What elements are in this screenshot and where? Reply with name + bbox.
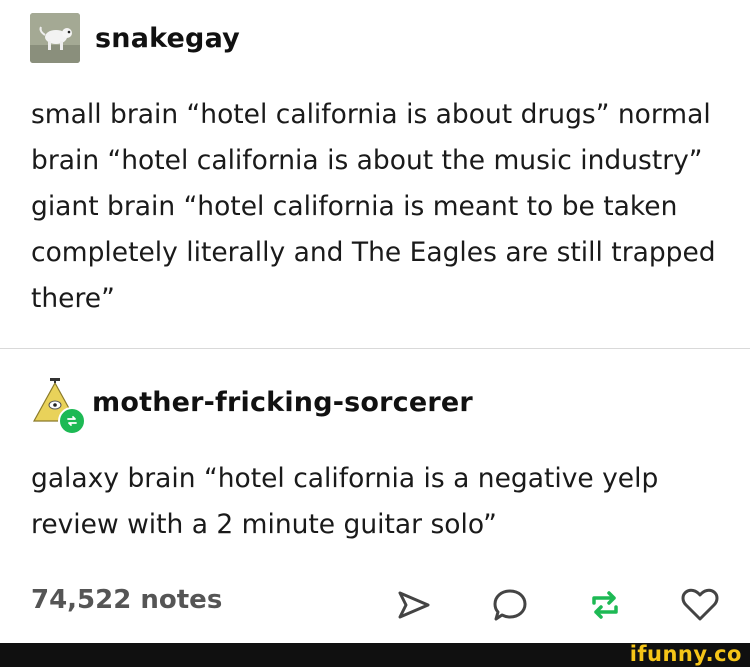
dog-avatar-image (30, 13, 80, 63)
post-2-username[interactable]: mother-fricking-sorcerer (92, 387, 473, 418)
avatar[interactable] (30, 377, 86, 435)
post-1-header: snakegay (30, 13, 240, 63)
reblog-button[interactable] (583, 583, 627, 627)
reblog-badge-icon (58, 407, 86, 435)
post-footer: 74,522 notes (0, 575, 750, 635)
notes-count[interactable]: 74,522 notes (31, 585, 222, 615)
post-1-username[interactable]: snakegay (95, 23, 240, 54)
post-2-header: mother-fricking-sorcerer (30, 377, 473, 435)
reblog-icon (592, 591, 618, 619)
like-button[interactable] (678, 583, 722, 627)
reply-button[interactable] (488, 583, 532, 627)
post-2-text: galaxy brain “hotel california is a nega… (31, 463, 659, 540)
reply-icon (493, 589, 527, 621)
ifunny-watermark: ifunny.co (629, 642, 742, 666)
reblog-divider (0, 348, 750, 349)
share-button[interactable] (392, 583, 436, 627)
share-icon (398, 591, 430, 619)
watermark-banner: ifunny.co (0, 642, 750, 667)
avatar[interactable] (30, 13, 80, 63)
heart-icon (681, 588, 719, 621)
post-1-text: small brain “hotel california is about d… (31, 99, 716, 314)
